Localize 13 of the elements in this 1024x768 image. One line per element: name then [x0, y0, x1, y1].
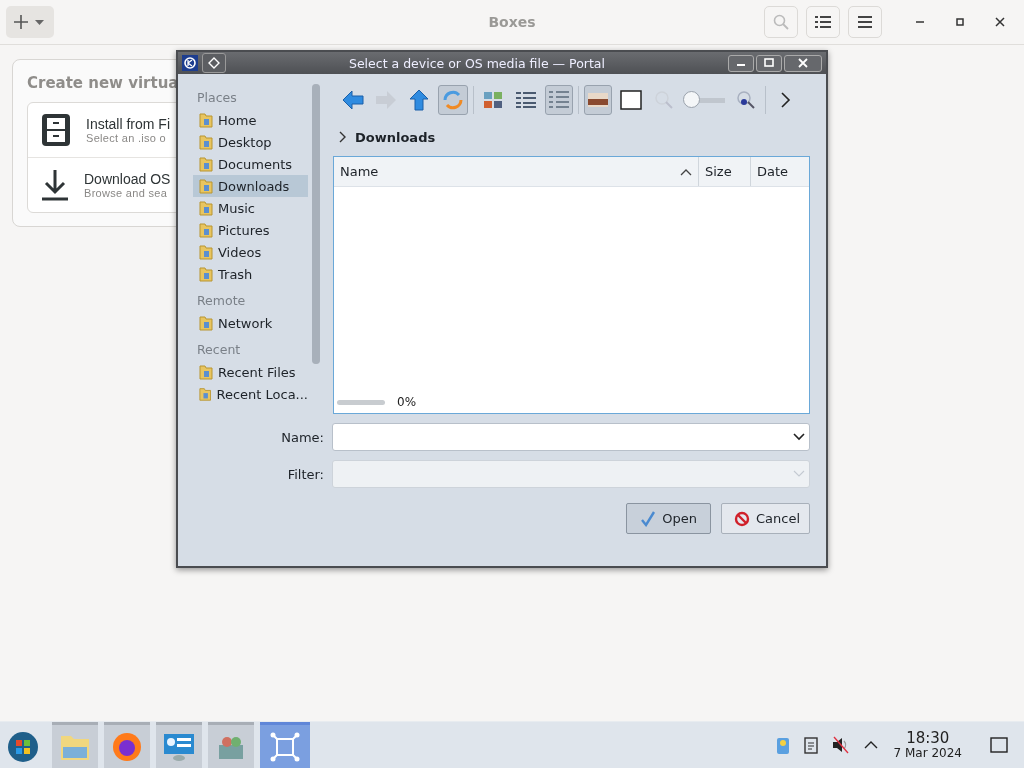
progress-reading: 0%	[397, 395, 417, 409]
dialog-title: Select a device or OS media file — Portal	[348, 55, 606, 71]
window-title: Boxes	[488, 14, 536, 30]
option-title: Download OS	[84, 171, 171, 187]
popover-heading: Create new virtua	[27, 74, 180, 92]
field-label: Name:	[280, 429, 324, 445]
section-label: Remote	[196, 292, 247, 310]
section-label: Places	[196, 89, 238, 107]
option-subtitle: Select an .iso o	[86, 132, 167, 144]
field-label: Filter:	[286, 466, 324, 482]
option-title: Install from Fi	[86, 116, 170, 132]
section-label: Recent	[196, 341, 242, 359]
option-subtitle: Browse and sea	[84, 187, 169, 199]
